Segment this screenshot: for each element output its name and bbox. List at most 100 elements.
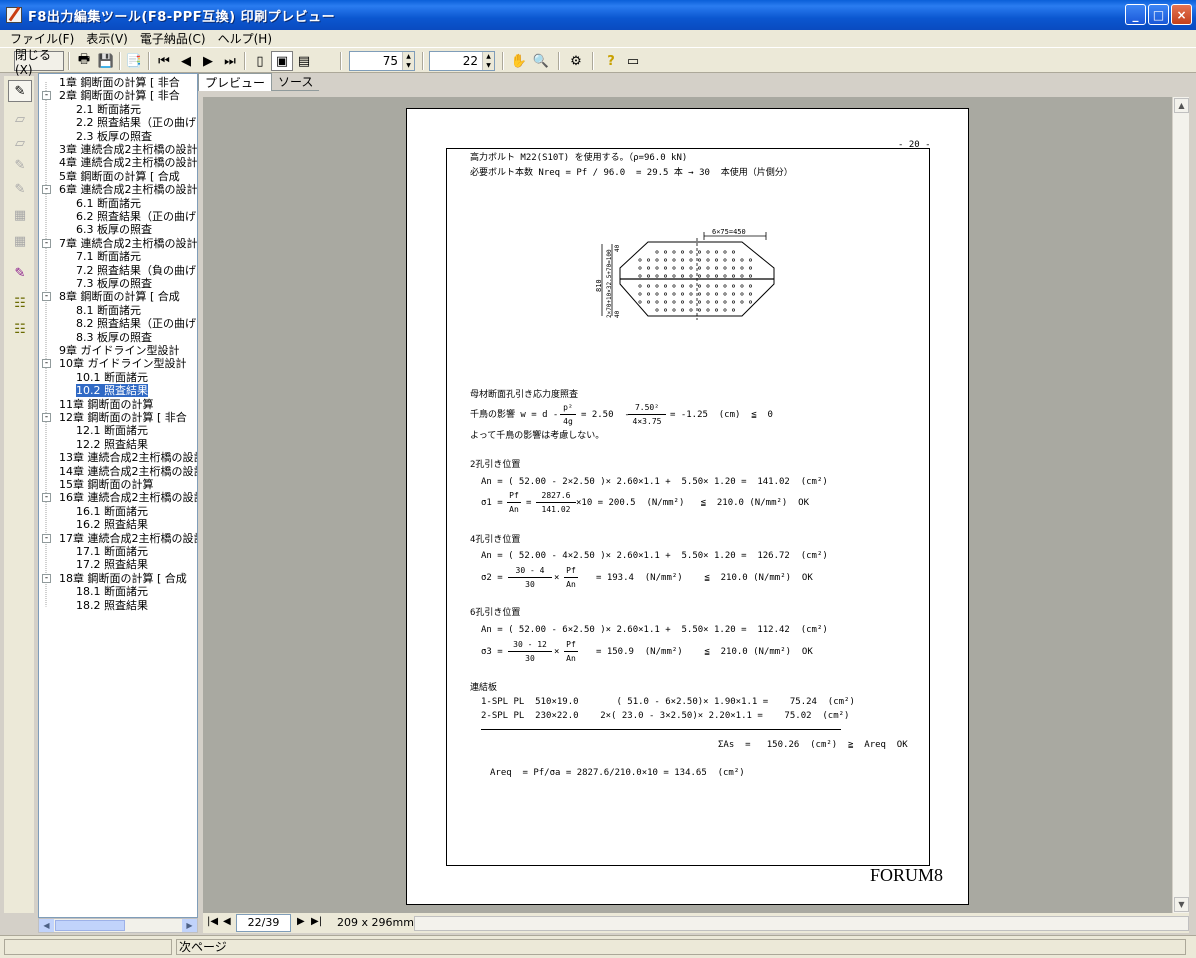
menu-electronic-delivery[interactable]: 電子納品(C) <box>134 30 212 47</box>
scroll-up-icon[interactable]: ▲ <box>1174 98 1189 113</box>
zoom-tool-icon[interactable]: 🔍 <box>530 51 552 71</box>
tree-item[interactable]: 7.2 照査結果（負の曲げ <box>76 264 196 277</box>
tool-icon-6[interactable]: ▦ <box>8 230 32 252</box>
tree-collapse-icon[interactable]: - <box>42 573 51 583</box>
tree-item[interactable]: -8章 鋼断面の計算 [ 合成 <box>42 290 180 303</box>
tree-item[interactable]: 17.1 断面諸元 <box>76 545 148 558</box>
scroll-right-icon[interactable]: ▶ <box>182 919 197 932</box>
tree-collapse-icon[interactable]: - <box>42 493 51 503</box>
tree-item[interactable]: 6.3 板厚の照査 <box>76 223 152 236</box>
nav-first-icon[interactable]: |◀ <box>207 916 218 927</box>
edit-pen-icon[interactable]: ✎ <box>8 80 32 102</box>
tree-item[interactable]: 4章 連続合成2主桁橋の設計 <box>59 156 197 169</box>
tool-icon-2[interactable]: ▱ <box>8 132 32 154</box>
tree-item[interactable]: 14章 連続合成2主桁橋の設計 <box>59 465 197 478</box>
close-preview-button[interactable]: 閉じる(X) <box>14 48 64 77</box>
tree-item[interactable]: 1章 鋼断面の計算 [ 非合 <box>59 76 180 89</box>
print-icon[interactable]: 🖶 <box>73 51 95 71</box>
tree-item[interactable]: 18.1 断面諸元 <box>76 585 148 598</box>
scroll-down-icon[interactable]: ▼ <box>1174 897 1189 912</box>
tree-item[interactable]: -6章 連続合成2主桁橋の設計 <box>42 183 197 196</box>
menu-file[interactable]: ファイル(F) <box>4 30 80 47</box>
page-spinner[interactable]: 22 ▲ ▼ <box>429 51 495 71</box>
settings-icon[interactable]: ⚙ <box>565 51 587 71</box>
info-card-icon[interactable]: ▭ <box>622 51 644 71</box>
tree-collapse-icon[interactable]: - <box>42 359 51 369</box>
tree-item[interactable]: -16章 連続合成2主桁橋の設計 <box>42 491 197 504</box>
tree-item[interactable]: -10章 ガイドライン型設計 <box>42 357 187 370</box>
tree-item[interactable]: -2章 鋼断面の計算 [ 非合 <box>42 89 180 102</box>
tree-item[interactable]: 2.3 板厚の照査 <box>76 130 152 143</box>
tree-item[interactable]: 10.1 断面諸元 <box>76 371 148 384</box>
tree-item[interactable]: 2.2 照査結果（正の曲げ <box>76 116 196 129</box>
minimize-button[interactable]: _ <box>1125 4 1146 25</box>
save-icon[interactable]: 💾 <box>95 51 117 71</box>
tree-item[interactable]: 6.1 断面諸元 <box>76 197 141 210</box>
tree-item[interactable]: 13章 連続合成2主桁橋の設計 <box>59 451 197 464</box>
fit-width-icon[interactable]: ▤ <box>293 51 315 71</box>
chapter-tree[interactable]: 1章 鋼断面の計算 [ 非合 -2章 鋼断面の計算 [ 非合 2.1 断面諸元 2.2… <box>38 73 198 918</box>
tree-item[interactable]: 8.2 照査結果（正の曲げ <box>76 317 196 330</box>
tree-scroll-thumb[interactable] <box>55 920 125 931</box>
first-page-icon[interactable]: ⏮ <box>153 51 175 71</box>
scroll-left-icon[interactable]: ◀ <box>39 919 54 932</box>
tree-item[interactable]: -18章 鋼断面の計算 [ 合成 <box>42 572 187 585</box>
hand-tool-icon[interactable]: ✋ <box>508 51 530 71</box>
tool-icon-5[interactable]: ▦ <box>8 204 32 226</box>
tree-item[interactable]: 11章 鋼断面の計算 <box>59 398 154 411</box>
tree-item[interactable]: 6.2 照査結果（正の曲げ <box>76 210 196 223</box>
tab-preview[interactable]: プレビュー <box>198 73 273 91</box>
tree-item[interactable]: 12.1 断面諸元 <box>76 424 148 437</box>
tree-item[interactable]: 8.3 板厚の照査 <box>76 331 152 344</box>
tree-item[interactable]: 10.2 照査結果 <box>76 384 148 398</box>
last-page-icon[interactable]: ⏭ <box>219 51 241 71</box>
next-page-icon[interactable]: ▶ <box>197 51 219 71</box>
tree-item[interactable]: 2.1 断面諸元 <box>76 103 141 116</box>
tree-tool-icon[interactable]: ☷ <box>8 292 32 314</box>
tree-collapse-icon[interactable]: - <box>42 238 51 248</box>
tree-collapse-icon[interactable]: - <box>42 91 51 101</box>
tool-icon-4[interactable]: ✎ <box>8 178 32 200</box>
tree-collapse-icon[interactable]: - <box>42 185 51 195</box>
tree-item[interactable]: 15章 鋼断面の計算 <box>59 478 154 491</box>
close-window-button[interactable]: × <box>1171 4 1192 25</box>
tree-item[interactable]: 7.1 断面諸元 <box>76 250 141 263</box>
prev-page-icon[interactable]: ◀ <box>175 51 197 71</box>
tree-item[interactable]: 16.2 照査結果 <box>76 518 148 531</box>
tree-item[interactable]: -17章 連続合成2主桁橋の設計 <box>42 532 197 545</box>
nav-prev-icon[interactable]: ◀ <box>223 916 231 927</box>
help-icon[interactable]: ? <box>600 51 622 71</box>
tree-item[interactable]: 18.2 照査結果 <box>76 599 148 612</box>
single-page-icon[interactable]: ▯ <box>249 51 271 71</box>
tool-icon-3[interactable]: ✎ <box>8 154 32 176</box>
tree-item[interactable]: 7.3 板厚の照査 <box>76 277 152 290</box>
nav-next-icon[interactable]: ▶ <box>297 916 305 927</box>
zoom-spinner[interactable]: 75 ▲ ▼ <box>349 51 415 71</box>
tree-item[interactable]: -12章 鋼断面の計算 [ 非合 <box>42 411 187 424</box>
tree-item[interactable]: 9章 ガイドライン型設計 <box>59 344 180 357</box>
export-icon[interactable]: 📑 <box>123 51 145 71</box>
tree-item[interactable]: 8.1 断面諸元 <box>76 304 141 317</box>
menu-view[interactable]: 表示(V) <box>80 30 134 47</box>
tab-source[interactable]: ソース <box>272 73 320 91</box>
fit-page-icon[interactable]: ▣ <box>271 51 293 71</box>
maximize-button[interactable]: □ <box>1148 4 1169 25</box>
tree-item[interactable]: -7章 連続合成2主桁橋の設計 <box>42 237 197 250</box>
list-tool-icon[interactable]: ☷ <box>8 318 32 340</box>
tree-item[interactable]: 12.2 照査結果 <box>76 438 148 451</box>
page-indicator[interactable]: 22/39 <box>236 914 291 932</box>
tree-horizontal-scrollbar[interactable]: ◀ ▶ <box>38 918 198 933</box>
tree-item[interactable]: 3章 連続合成2主桁橋の設計 <box>59 143 197 156</box>
tree-item[interactable]: 17.2 照査結果 <box>76 558 148 571</box>
color-tool-icon[interactable]: ✎ <box>8 262 32 284</box>
tree-collapse-icon[interactable]: - <box>42 413 51 422</box>
menu-help[interactable]: ヘルプ(H) <box>212 30 278 47</box>
tool-icon-1[interactable]: ▱ <box>8 108 32 130</box>
tree-item[interactable]: 5章 鋼断面の計算 [ 合成 <box>59 170 180 183</box>
preview-vertical-scrollbar[interactable]: ▲ ▼ <box>1172 97 1189 913</box>
tree-collapse-icon[interactable]: - <box>42 533 51 543</box>
tree-collapse-icon[interactable]: - <box>42 292 51 302</box>
preview-horizontal-scrollbar[interactable] <box>414 916 1189 931</box>
tree-item[interactable]: 16.1 断面諸元 <box>76 505 148 518</box>
nav-last-icon[interactable]: ▶| <box>311 916 322 927</box>
